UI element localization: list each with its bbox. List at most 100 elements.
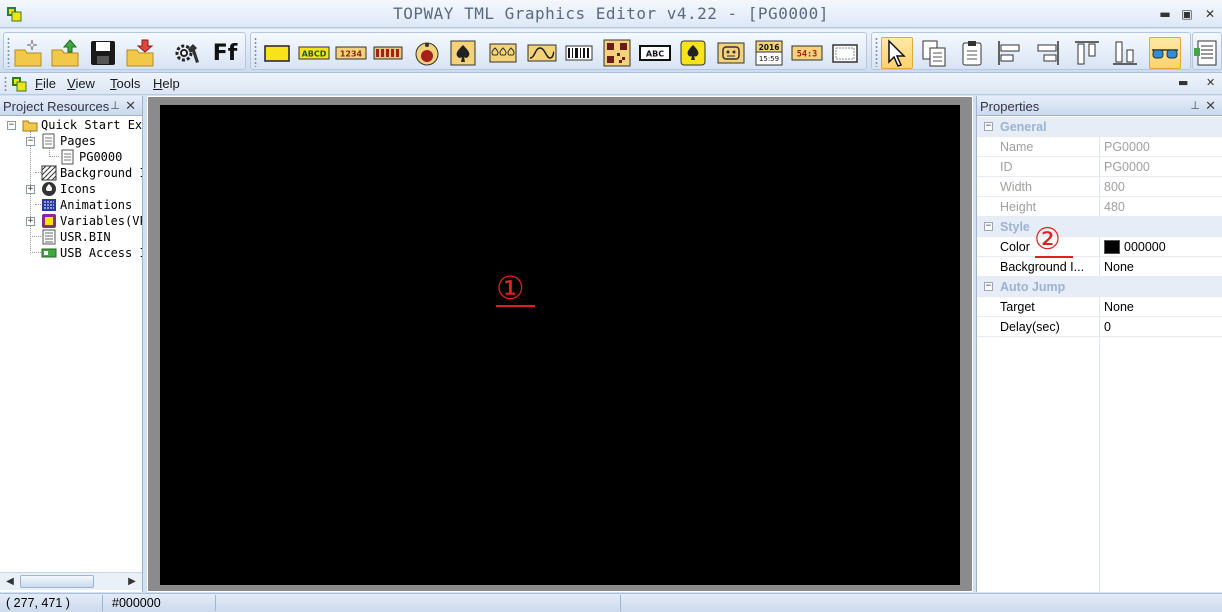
page-canvas[interactable]: [160, 105, 960, 585]
animation-icon[interactable]: [487, 37, 519, 69]
gauge-icon[interactable]: [411, 37, 443, 69]
tree-item-background[interactable]: Background I: [41, 165, 142, 181]
curve-icon[interactable]: [526, 37, 558, 69]
mdi-close-button[interactable]: ✕: [1206, 76, 1215, 89]
align-bottom-icon[interactable]: [1109, 37, 1141, 69]
color-swatch[interactable]: [1104, 240, 1120, 254]
date-icon[interactable]: 2016 15:59: [753, 37, 785, 69]
barcode-icon[interactable]: [563, 37, 595, 69]
category-label: Auto Jump: [1000, 280, 1066, 294]
menu-view[interactable]: View: [67, 76, 95, 91]
save-icon[interactable]: [87, 37, 119, 69]
menu-grip[interactable]: [4, 76, 7, 92]
new-project-icon[interactable]: [12, 37, 44, 69]
copy-icon[interactable]: [918, 37, 950, 69]
clock-icon[interactable]: 54:3: [791, 37, 823, 69]
minimize-button[interactable]: ▬: [1158, 7, 1172, 21]
rectangle-icon[interactable]: [261, 37, 293, 69]
scroll-left-button[interactable]: ◀: [2, 574, 18, 589]
pin-icon[interactable]: ⊥: [1190, 99, 1200, 112]
settings-icon[interactable]: [172, 37, 204, 69]
toolbar-group-extra: [1192, 32, 1222, 70]
annotation-marker-2: ②: [1034, 222, 1061, 257]
tree-item-animations[interactable]: Animations: [41, 197, 132, 213]
import-icon[interactable]: [124, 37, 156, 69]
property-value[interactable]: 0: [1104, 320, 1111, 334]
frame-icon[interactable]: [829, 37, 861, 69]
toolbar-grip[interactable]: [254, 37, 257, 67]
qrcode-icon[interactable]: [601, 37, 633, 69]
category-style[interactable]: − Style: [977, 217, 1222, 237]
status-color: #000000: [112, 596, 161, 610]
properties-list-icon[interactable]: [1191, 37, 1222, 69]
app-menu-icon[interactable]: [11, 76, 27, 92]
text-abcd-icon[interactable]: ABCD: [298, 37, 330, 69]
category-general[interactable]: − General: [977, 117, 1222, 137]
category-expander[interactable]: −: [984, 282, 993, 291]
tree-item-label: Pages: [60, 134, 97, 148]
panel-title: Project Resources: [3, 99, 110, 114]
property-value[interactable]: None: [1104, 300, 1134, 314]
font-label: Ff: [212, 40, 238, 66]
pin-icon[interactable]: ⊥: [110, 99, 120, 112]
open-project-icon[interactable]: [49, 37, 81, 69]
clock-text: 54:3: [797, 50, 817, 60]
touch-icon[interactable]: [677, 37, 709, 69]
property-row-width[interactable]: Width 800: [977, 177, 1222, 197]
icon-widget-icon[interactable]: [447, 37, 479, 69]
tree-item-variables[interactable]: Variables(VP: [41, 213, 142, 229]
tree-expander[interactable]: +: [26, 185, 35, 194]
menu-bar: File View Tools Help ▬ ✕: [0, 73, 1222, 95]
toolbar-grip[interactable]: [7, 37, 10, 67]
tree-expander[interactable]: +: [26, 217, 35, 226]
tree-item-pages[interactable]: Pages: [41, 133, 96, 149]
category-expander[interactable]: −: [984, 222, 993, 231]
tree-expander[interactable]: −: [26, 137, 35, 146]
text-box-icon[interactable]: ABC: [639, 37, 671, 69]
number-1234-icon[interactable]: 1234: [335, 37, 367, 69]
menu-tools[interactable]: Tools: [110, 76, 140, 91]
tree-item-project[interactable]: Quick Start Ex: [22, 117, 142, 133]
panel-title: Properties: [980, 99, 1040, 114]
toolbar-group-file: Ff: [3, 32, 246, 70]
scroll-thumb[interactable]: [20, 575, 94, 588]
tree-item-usr-bin[interactable]: USR.BIN: [41, 229, 111, 245]
property-value[interactable]: None: [1104, 260, 1134, 274]
property-row-name[interactable]: Name PG0000: [977, 137, 1222, 157]
mdi-minimize-button[interactable]: ▬: [1178, 76, 1188, 89]
select-pointer-icon[interactable]: [881, 37, 913, 69]
property-row-id[interactable]: ID PG0000: [977, 157, 1222, 177]
bar-icon[interactable]: [372, 37, 404, 69]
tree-item-usb-access[interactable]: USB Access I: [41, 245, 142, 261]
horizontal-scrollbar[interactable]: ◀ ▶: [0, 572, 142, 590]
tree-item-icons[interactable]: Icons: [41, 181, 96, 197]
paste-icon[interactable]: [957, 37, 989, 69]
project-resources-panel: Project Resources ⊥ ✕ − Quick Start Ex −…: [0, 96, 143, 592]
align-left-icon[interactable]: [994, 37, 1026, 69]
category-auto-jump[interactable]: − Auto Jump: [977, 277, 1222, 297]
preview-glasses-icon[interactable]: [1149, 37, 1181, 69]
toolbar-grip[interactable]: [875, 37, 878, 67]
tree-item-pg0000[interactable]: PG0000: [60, 149, 122, 165]
tree-item-label: Background I: [60, 166, 142, 180]
align-right-icon[interactable]: [1031, 37, 1063, 69]
close-button[interactable]: ✕: [1203, 7, 1217, 21]
scroll-right-button[interactable]: ▶: [124, 574, 140, 589]
property-value-color[interactable]: 000000: [1104, 240, 1166, 254]
property-row-height[interactable]: Height 480: [977, 197, 1222, 217]
category-expander[interactable]: −: [984, 122, 993, 131]
property-row-color[interactable]: Color 000000: [977, 237, 1222, 257]
property-row-delay[interactable]: Delay(sec) 0: [977, 317, 1222, 337]
menu-file[interactable]: File: [35, 76, 56, 91]
property-row-target[interactable]: Target None: [977, 297, 1222, 317]
align-top-icon[interactable]: [1071, 37, 1103, 69]
annotation-marker-1: ①: [496, 269, 525, 307]
close-icon[interactable]: ✕: [125, 98, 136, 114]
menu-help[interactable]: Help: [153, 76, 180, 91]
restore-button[interactable]: ▣: [1180, 7, 1194, 21]
close-icon[interactable]: ✕: [1205, 98, 1216, 114]
tree-expander[interactable]: −: [7, 121, 16, 130]
property-row-background-image[interactable]: Background I... None: [977, 257, 1222, 277]
robot-icon[interactable]: [715, 37, 747, 69]
font-icon[interactable]: Ff: [209, 37, 241, 69]
